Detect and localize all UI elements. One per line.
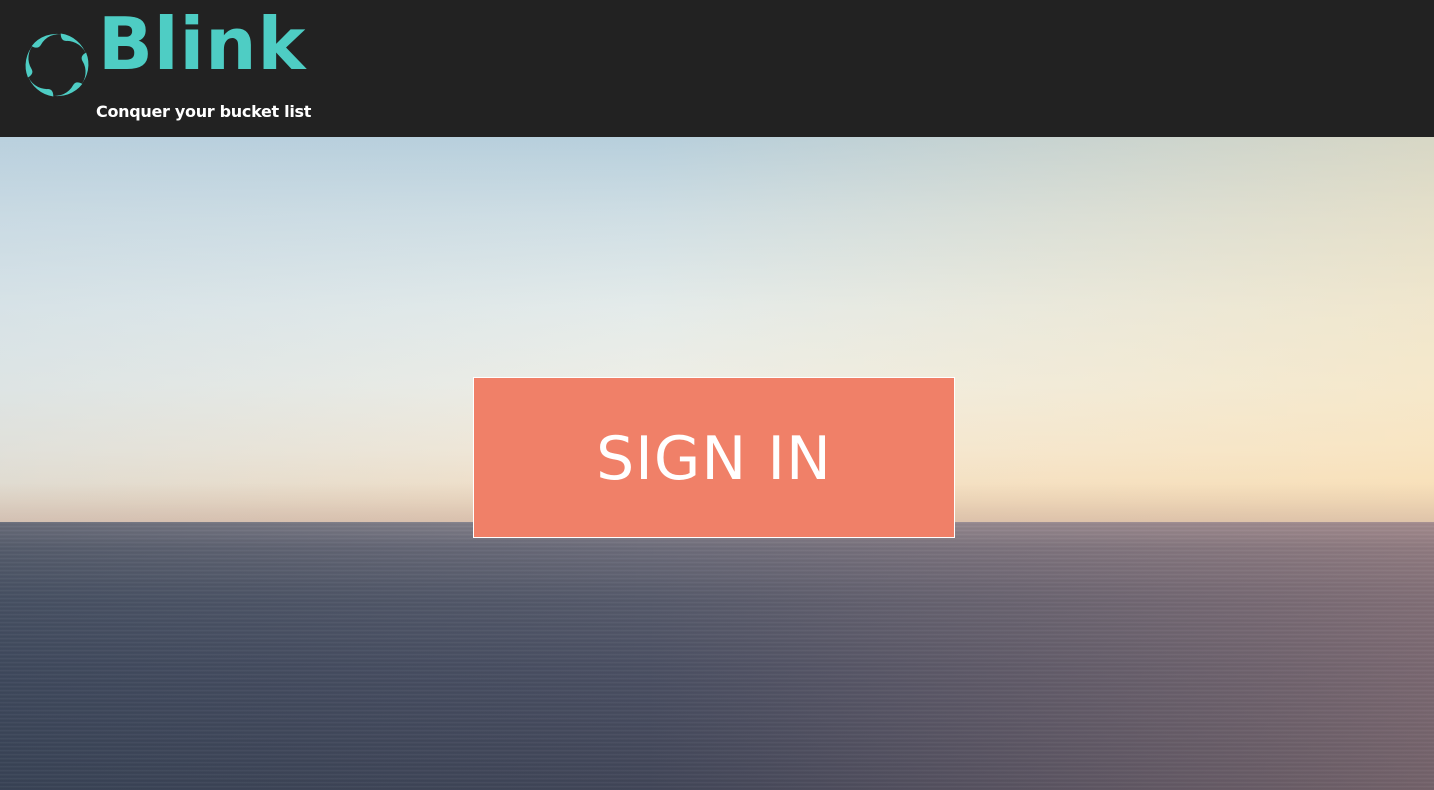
top-navbar: Blink Conquer your bucket list <box>0 0 1434 137</box>
blink-logo-link[interactable]: Blink Conquer your bucket list <box>20 8 350 129</box>
logo-tagline: Conquer your bucket list <box>96 102 312 121</box>
logo-wordmark: Blink <box>98 2 307 86</box>
ocean-ripples <box>0 522 1434 790</box>
sign-in-button[interactable]: SIGN IN <box>473 377 955 538</box>
swirl-logo-icon <box>25 33 89 97</box>
